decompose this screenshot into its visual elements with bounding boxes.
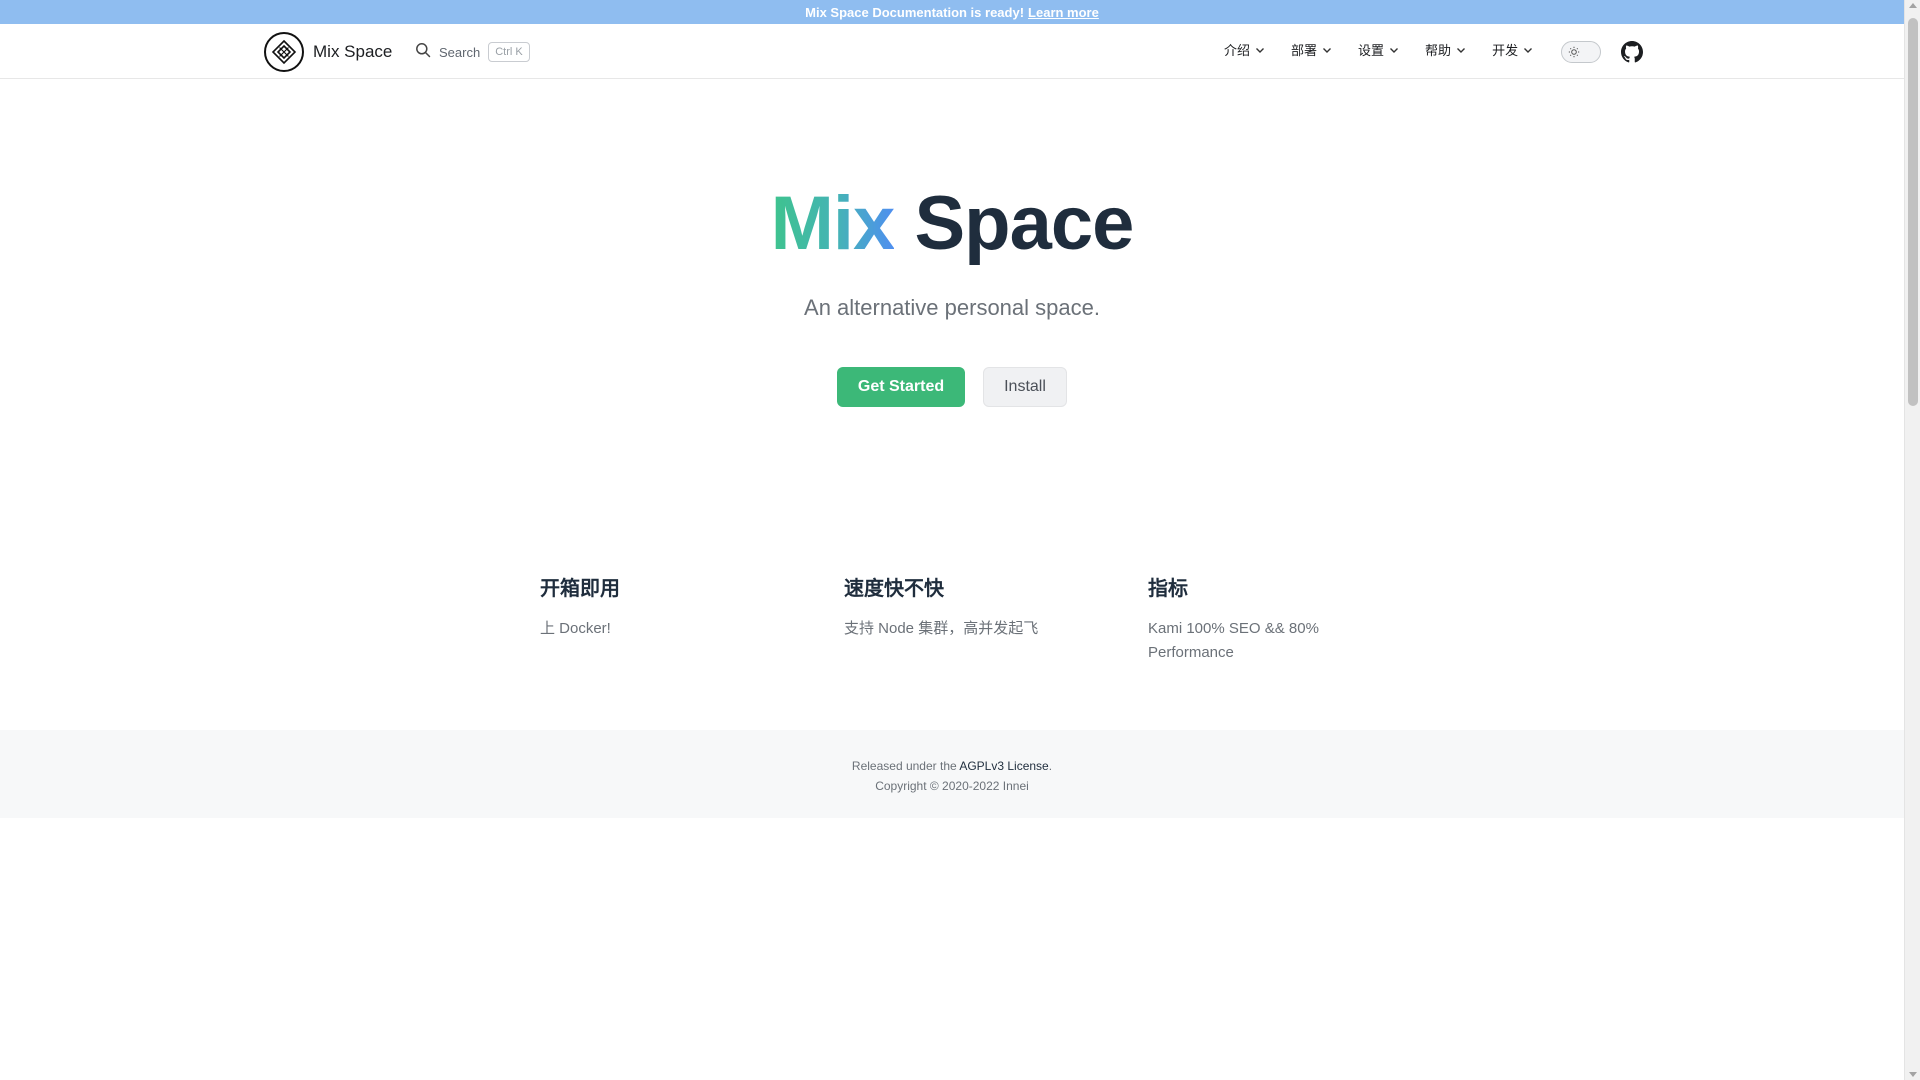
brand-name: Mix Space <box>313 42 393 61</box>
nav-item-label: 部署 <box>1291 43 1318 58</box>
feature-title: 指标 <box>1148 578 1188 600</box>
announcement-bar: Mix Space Documentation is ready! Learn … <box>0 0 1904 24</box>
footer: Released under the AGPLv3 License. Copyr… <box>0 730 1904 818</box>
footer-license-suffix: . <box>1048 759 1053 773</box>
brand-link[interactable]: Mix Space <box>264 32 392 72</box>
hero-actions: Get Started Install <box>0 367 1904 407</box>
nav-menu: 介绍 部署 设置 帮助 开发 <box>1224 40 1533 59</box>
nav-item-help[interactable]: 帮助 <box>1425 40 1466 59</box>
nav-item-label: 帮助 <box>1425 43 1452 58</box>
install-button[interactable]: Install <box>983 367 1067 407</box>
diamond-logo-icon <box>264 32 304 72</box>
features-section: 开箱即用 上 Docker! 速度快不快 支持 Node 集群，高并发起飞 指标… <box>540 572 1452 665</box>
feature-card: 速度快不快 支持 Node 集群，高并发起飞 <box>844 572 1148 665</box>
nav-item-deploy[interactable]: 部署 <box>1291 40 1332 59</box>
chevron-down-icon <box>1390 47 1399 53</box>
nav-item-label: 介绍 <box>1224 43 1251 58</box>
search-button[interactable]: Search Ctrl K <box>415 37 530 67</box>
github-link[interactable] <box>1621 41 1643 63</box>
get-started-button[interactable]: Get Started <box>837 367 965 407</box>
hero-tagline: An alternative personal space. <box>804 295 1100 320</box>
feature-card: 开箱即用 上 Docker! <box>540 572 844 665</box>
feature-description: 支持 Node 集群，高并发起飞 <box>844 620 1039 637</box>
search-shortcut-badge: Ctrl K <box>488 42 530 62</box>
license-link[interactable]: AGPLv3 License <box>959 759 1048 773</box>
nav-item-settings[interactable]: 设置 <box>1358 40 1399 59</box>
feature-description: Kami 100% SEO && 80% Performance <box>1148 620 1319 661</box>
chevron-down-icon <box>1256 47 1265 53</box>
scroll-up-arrow-icon[interactable] <box>1909 3 1917 8</box>
announcement-learn-more-link[interactable]: Learn more <box>1028 5 1099 20</box>
scroll-down-arrow-icon[interactable] <box>1909 1072 1917 1077</box>
feature-description: 上 Docker! <box>540 620 611 637</box>
nav-item-label: 开发 <box>1492 43 1519 58</box>
nav-item-label: 设置 <box>1358 43 1385 58</box>
footer-license-line: Released under the AGPLv3 License. <box>0 756 1904 776</box>
scrollbar-thumb[interactable] <box>1908 18 1918 406</box>
feature-title: 开箱即用 <box>540 578 620 600</box>
footer-copyright: Copyright © 2020-2022 Innei <box>875 779 1029 793</box>
page: Mix Space Documentation is ready! Learn … <box>0 0 1904 1080</box>
vertical-scrollbar[interactable] <box>1904 0 1920 1080</box>
chevron-down-icon <box>1323 47 1332 53</box>
announcement-text: Mix Space Documentation is ready! <box>805 4 1025 20</box>
feature-card: 指标 Kami 100% SEO && 80% Performance <box>1148 572 1452 665</box>
sun-icon <box>1568 46 1580 58</box>
theme-toggle[interactable] <box>1561 41 1601 63</box>
footer-license-prefix: Released under the <box>851 759 957 773</box>
chevron-down-icon <box>1457 47 1466 53</box>
search-icon <box>415 42 431 63</box>
feature-title: 速度快不快 <box>844 578 944 600</box>
search-label: Search <box>439 44 481 60</box>
nav-item-intro[interactable]: 介绍 <box>1224 40 1265 59</box>
nav-item-develop[interactable]: 开发 <box>1492 40 1533 59</box>
hero-title: Mix Space <box>0 178 1904 270</box>
hero-title-mix: Mix <box>770 181 896 266</box>
chevron-down-icon <box>1524 47 1533 53</box>
github-icon <box>1621 41 1643 63</box>
hero-title-space: Space <box>914 181 1134 266</box>
navbar: Mix Space Search Ctrl K 介绍 部署 设置 帮助 开发 <box>0 24 1904 79</box>
